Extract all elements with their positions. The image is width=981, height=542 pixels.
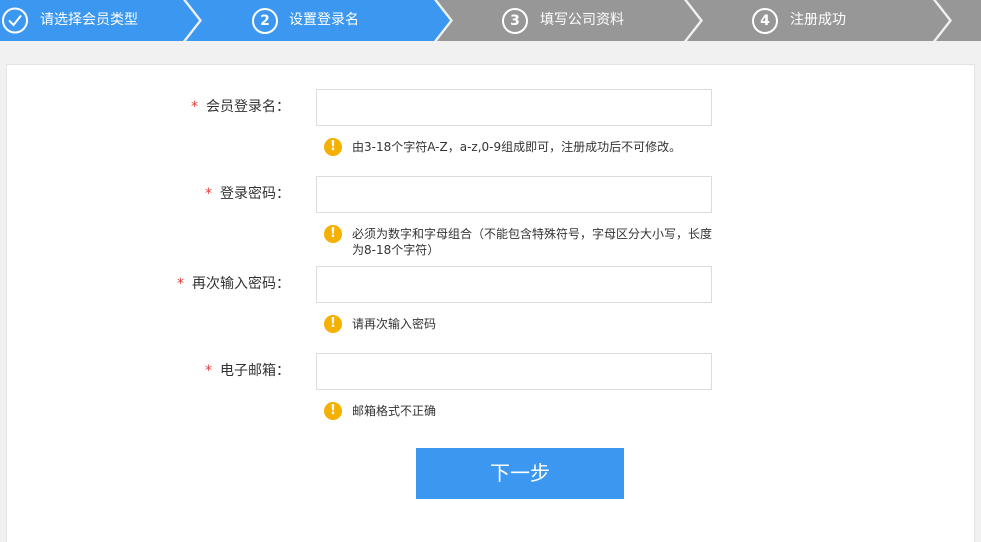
password-hint: ! 必须为数字和字母组合（不能包含特殊符号，字母区分大小写，长度为8-18个字符… [324,225,724,257]
confirm-password-hint: ! 请再次输入密码 [324,315,724,335]
next-step-button[interactable]: 下一步 [416,448,624,499]
required-mark: * [191,99,198,115]
password-label: * 登录密码： [0,176,290,212]
confirm-password-hint-text: 请再次输入密码 [352,317,437,331]
warning-icon: ! [324,315,342,333]
step-progress-bar: 请选择会员类型 2 设置登录名 3 填写公司资料 4 注册成功 [0,0,981,41]
login-name-input[interactable] [316,89,712,126]
step-4-number: 4 [752,8,778,34]
login-name-label: * 会员登录名： [0,89,290,125]
password-label-text: 登录密码： [220,186,290,202]
required-mark: * [205,363,212,379]
required-mark: * [205,186,212,202]
step-1-label: 请选择会员类型 [40,12,138,28]
warning-icon: ! [324,138,342,156]
email-hint-text: 邮箱格式不正确 [352,404,437,418]
password-input[interactable] [316,176,712,213]
step-3-label: 填写公司资料 [540,12,624,28]
password-hint-text: 必须为数字和字母组合（不能包含特殊符号，字母区分大小写，长度为8-18个字符） [352,227,713,257]
login-name-label-text: 会员登录名： [206,99,290,115]
step-2-number: 2 [252,8,278,34]
required-mark: * [177,276,184,292]
step-2-label: 设置登录名 [289,12,359,28]
login-name-hint: ! 由3-18个字符A-Z，a-z,0-9组成即可，注册成功后不可修改。 [324,138,724,158]
email-hint: ! 邮箱格式不正确 [324,402,724,422]
login-name-hint-text: 由3-18个字符A-Z，a-z,0-9组成即可，注册成功后不可修改。 [352,140,682,154]
confirm-password-label: * 再次输入密码： [0,266,290,302]
warning-icon: ! [324,402,342,420]
confirm-password-label-text: 再次输入密码： [192,276,290,292]
step-4-label: 注册成功 [790,12,846,28]
warning-icon: ! [324,225,342,243]
confirm-password-input[interactable] [316,266,712,303]
email-input[interactable] [316,353,712,390]
email-label: * 电子邮箱： [0,353,290,389]
email-label-text: 电子邮箱： [220,363,290,379]
step-3-number: 3 [502,8,528,34]
